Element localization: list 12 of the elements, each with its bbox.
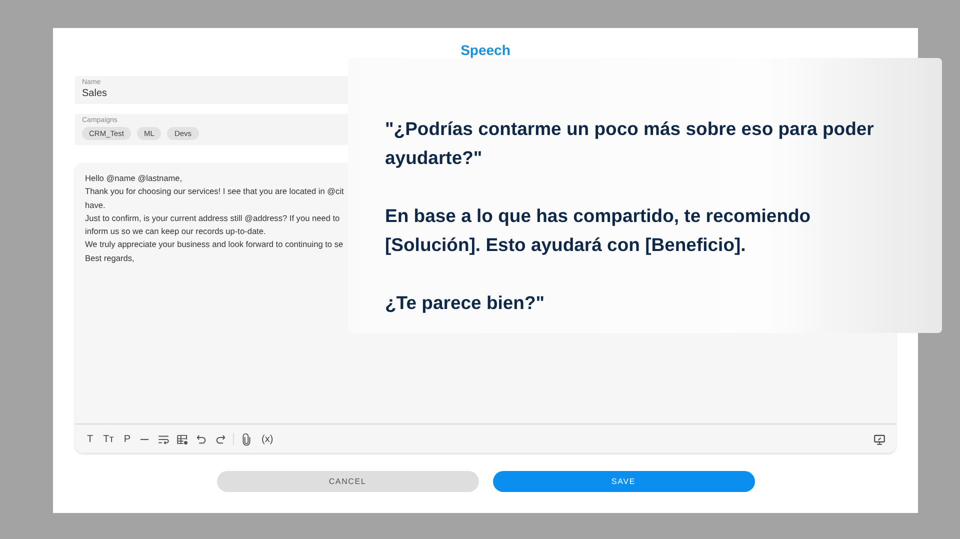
message-line: have. xyxy=(85,198,106,212)
message-line: Hello @name @lastname, xyxy=(85,172,182,185)
dialog-title: Speech xyxy=(460,42,512,58)
message-line: inform us so we can keep our records up-to-date. xyxy=(85,225,266,238)
message-line: Best regards, xyxy=(85,252,134,265)
speech-paragraph: ¿Te parece bien?" xyxy=(385,291,545,315)
field-value: Sales xyxy=(82,88,108,99)
speech-paragraph: En base a lo que has compartido, te recomiendo [Solución]. Esto ayudará con [Beneficio]. xyxy=(385,204,812,257)
message-line: Thank you for choosing our services! I see that you are located in @cit xyxy=(85,185,344,198)
message-line: We truly appreciate your business and look forward to continuing to se xyxy=(85,238,344,252)
speech-paragraph: "¿Podrías contarme un poco más sobre eso para poder ayudarte?" xyxy=(385,117,875,170)
message-line: Just to confirm, is your current address still @address? If you need to xyxy=(85,212,340,225)
